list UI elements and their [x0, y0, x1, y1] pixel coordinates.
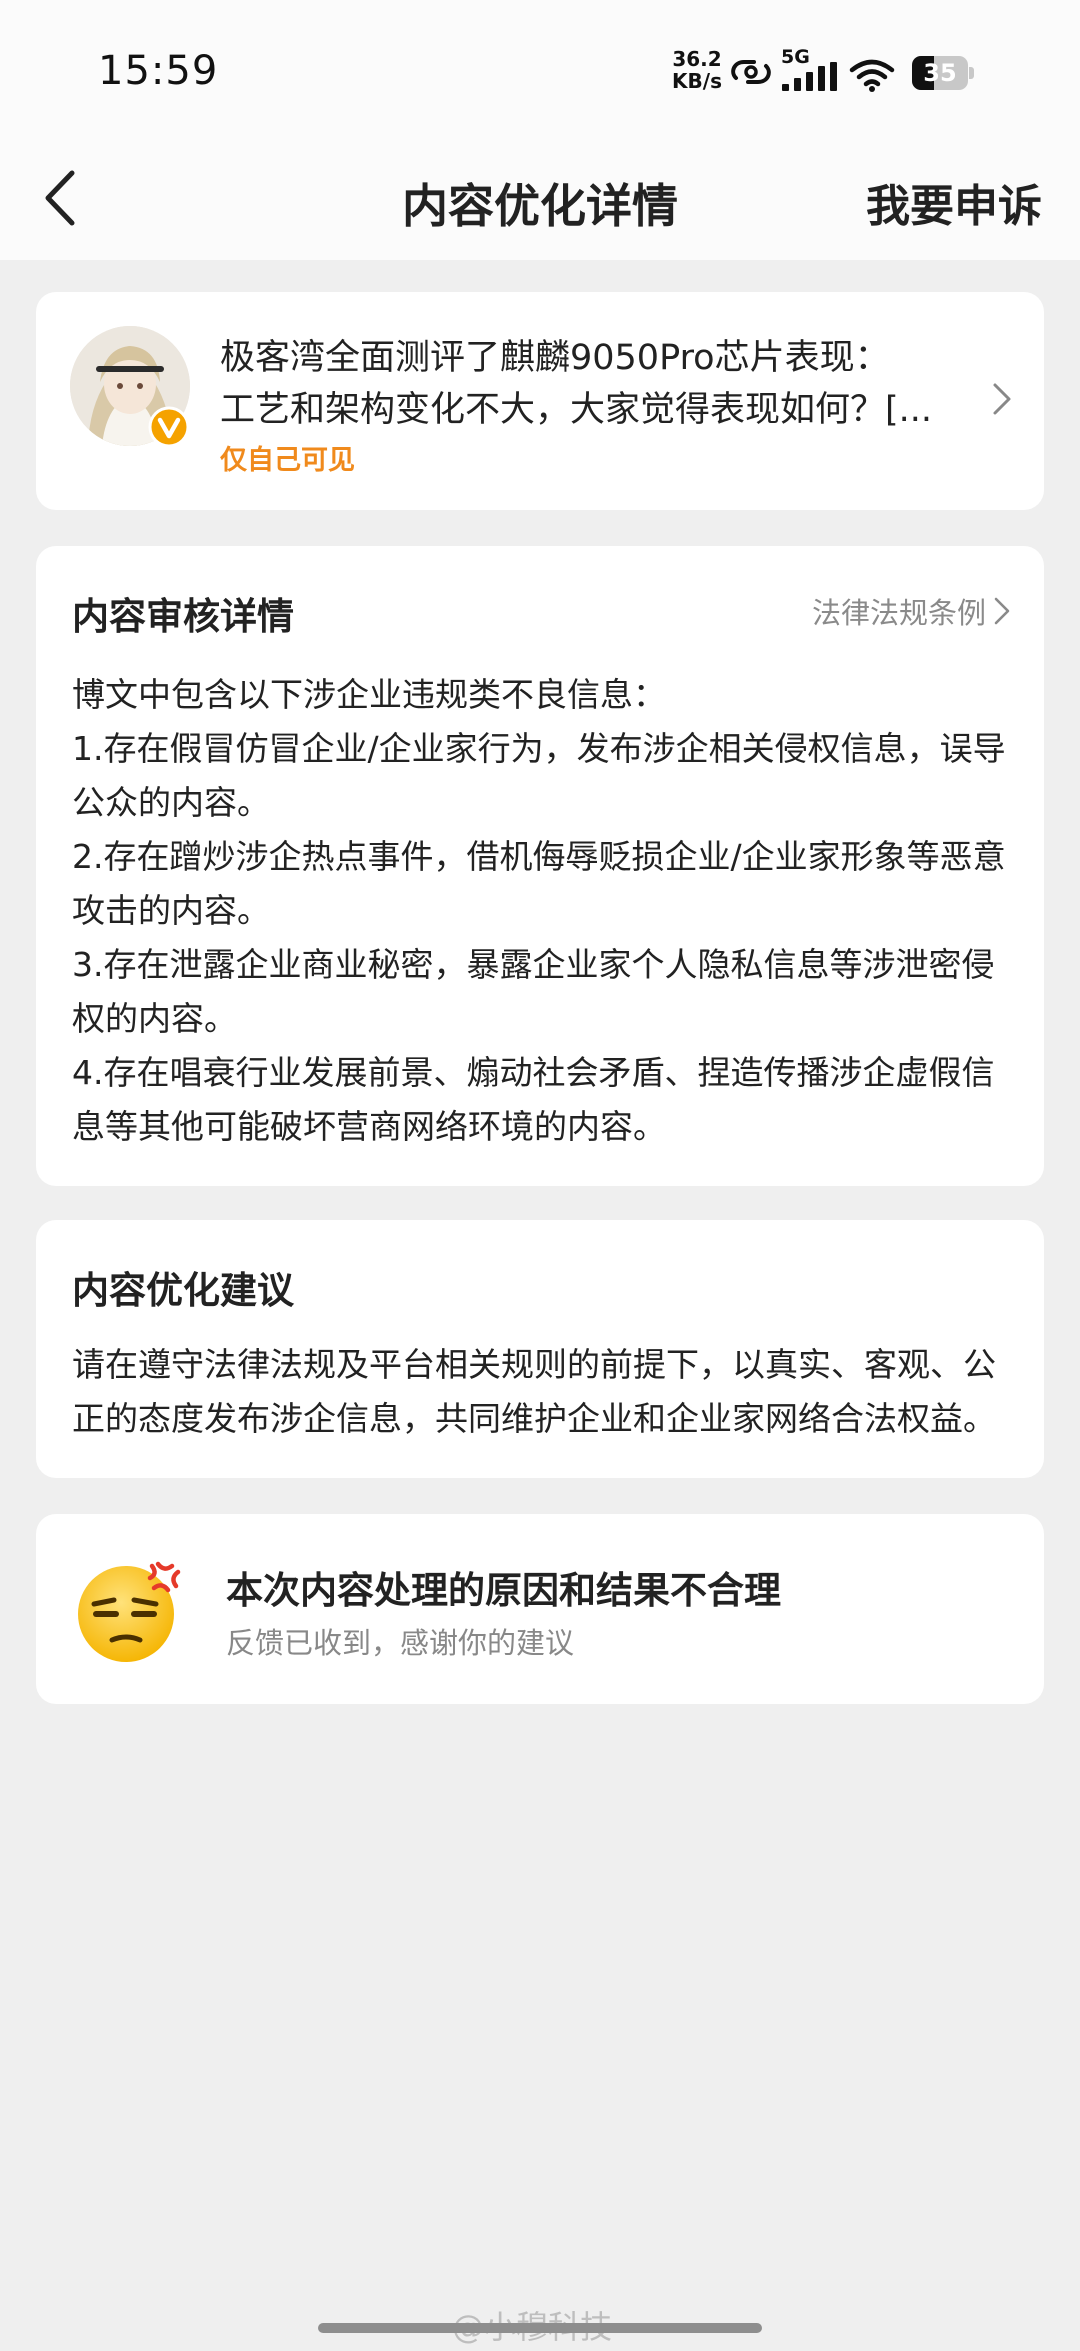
visibility-label: 仅自己可见 [220, 445, 355, 476]
law-regulations-label: 法律法规条例 [811, 596, 986, 630]
network-speed-unit: KB/s [672, 69, 722, 93]
battery-level: 35 [923, 59, 957, 87]
review-item: 4.存在唱衰行业发展前景、煽动社会矛盾、捏造传播涉企虚假信息等其他可能破坏营商网… [72, 1053, 995, 1146]
chevron-right-icon [994, 597, 1010, 625]
verified-badge-icon [148, 406, 190, 448]
appeal-button[interactable]: 我要申诉 [866, 170, 1042, 234]
battery-icon: 35 [912, 56, 974, 90]
post-excerpt-line1: 极客湾全面测评了麒麟9050Pro芯片表现： [220, 338, 890, 378]
network-speed-value: 36.2 [672, 47, 722, 71]
suggestion-body: 请在遵守法律法规及平台相关规则的前提下，以真实、客观、公正的态度发布涉企信息，共… [72, 1345, 996, 1438]
review-item: 1.存在假冒仿冒企业/企业家行为，发布涉企相关侵权信息，误导公众的内容。 [72, 729, 1006, 822]
post-excerpt-line2: 工艺和架构变化不大，大家觉得表现如何？[... [220, 390, 933, 430]
signal-icon [782, 62, 837, 91]
feedback-title: 本次内容处理的原因和结果不合理 [226, 1569, 781, 1612]
network-speed: 36.2 KB/s [672, 48, 722, 92]
status-time: 15:59 [98, 48, 219, 94]
law-regulations-link[interactable]: 法律法规条例 [812, 590, 1010, 632]
feedback-card[interactable]: 本次内容处理的原因和结果不合理 反馈已收到，感谢你的建议 [36, 1514, 1044, 1704]
post-card[interactable]: 极客湾全面测评了麒麟9050Pro芯片表现： 工艺和架构变化不大，大家觉得表现如… [36, 292, 1044, 510]
page: 15:59 36.2 KB/s 5G 35 内容优化详情 我要申诉 极客湾全面测… [0, 0, 1080, 2351]
optimization-suggestion-card: 内容优化建议 请在遵守法律法规及平台相关规则的前提下，以真实、客观、公正的态度发… [36, 1220, 1044, 1478]
review-details-card: 内容审核详情 法律法规条例 博文中包含以下涉企业违规类不良信息： 1.存在假冒仿… [36, 546, 1044, 1186]
feedback-subtitle: 反馈已收到，感谢你的建议 [226, 1626, 575, 1660]
suggestion-title: 内容优化建议 [72, 1269, 294, 1312]
chevron-right-icon [993, 383, 1011, 415]
hotspot-link-icon [731, 60, 771, 84]
wifi-icon [849, 59, 895, 92]
review-title: 内容审核详情 [72, 595, 294, 638]
review-body: 博文中包含以下涉企业违规类不良信息： 1.存在假冒仿冒企业/企业家行为，发布涉企… [72, 668, 1012, 1154]
review-item: 2.存在蹭炒涉企热点事件，借机侮辱贬损企业/企业家形象等恶意攻击的内容。 [72, 837, 1006, 930]
status-bar: 15:59 36.2 KB/s 5G 35 [0, 0, 1080, 140]
header: 内容优化详情 我要申诉 [0, 140, 1080, 260]
annoyed-face-emoji-icon [78, 1561, 181, 1662]
home-indicator[interactable] [318, 2323, 762, 2333]
review-item: 3.存在泄露企业商业秘密，暴露企业家个人隐私信息等涉泄密侵权的内容。 [72, 945, 995, 1038]
post-excerpt: 极客湾全面测评了麒麟9050Pro芯片表现： 工艺和架构变化不大，大家觉得表现如… [220, 332, 990, 436]
review-intro: 博文中包含以下涉企业违规类不良信息： [72, 675, 666, 714]
